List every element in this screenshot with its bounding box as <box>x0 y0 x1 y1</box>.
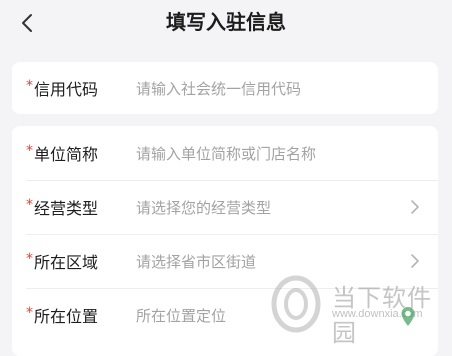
required-mark: * <box>26 143 33 159</box>
required-mark: * <box>26 78 33 94</box>
business-type-select[interactable]: 请选择您的经营类型 <box>136 180 271 234</box>
page-title: 填写入驻信息 <box>166 10 286 34</box>
location-label: * 所在位置 <box>26 288 98 342</box>
chevron-right-icon <box>411 200 419 214</box>
region-row[interactable]: * 所在区域 请选择省市区街道 <box>12 234 438 288</box>
location-row[interactable]: * 所在位置 所在位置定位 <box>12 288 438 342</box>
credit-code-row[interactable]: * 信用代码 请输入社会统一信用代码 <box>12 62 438 114</box>
unit-name-label-text: 单位简称 <box>34 145 99 164</box>
credit-code-label-text: 信用代码 <box>34 80 99 99</box>
region-label: * 所在区域 <box>26 234 98 288</box>
credit-code-input[interactable]: 请输入社会统一信用代码 <box>136 62 301 114</box>
credit-code-label: * 信用代码 <box>26 62 98 114</box>
business-type-row[interactable]: * 经营类型 请选择您的经营类型 <box>12 180 438 234</box>
credit-code-card: * 信用代码 请输入社会统一信用代码 <box>12 62 438 114</box>
location-label-text: 所在位置 <box>34 307 99 326</box>
required-mark: * <box>26 197 33 213</box>
chevron-right-icon <box>411 254 419 268</box>
nav-bar: 填写入驻信息 <box>0 0 452 46</box>
region-label-text: 所在区域 <box>34 253 99 272</box>
required-mark: * <box>26 305 33 321</box>
unit-name-input[interactable]: 请输入单位简称或门店名称 <box>136 126 316 180</box>
business-type-label: * 经营类型 <box>26 180 98 234</box>
info-card: * 单位简称 请输入单位简称或门店名称 * 经营类型 请选择您的经营类型 * 所… <box>12 126 438 356</box>
required-mark: * <box>26 251 33 267</box>
region-select[interactable]: 请选择省市区街道 <box>136 234 256 288</box>
location-input[interactable]: 所在位置定位 <box>136 288 226 342</box>
business-type-label-text: 经营类型 <box>34 199 99 218</box>
unit-name-row[interactable]: * 单位简称 请输入单位简称或门店名称 <box>12 126 438 180</box>
unit-name-label: * 单位简称 <box>26 126 98 180</box>
